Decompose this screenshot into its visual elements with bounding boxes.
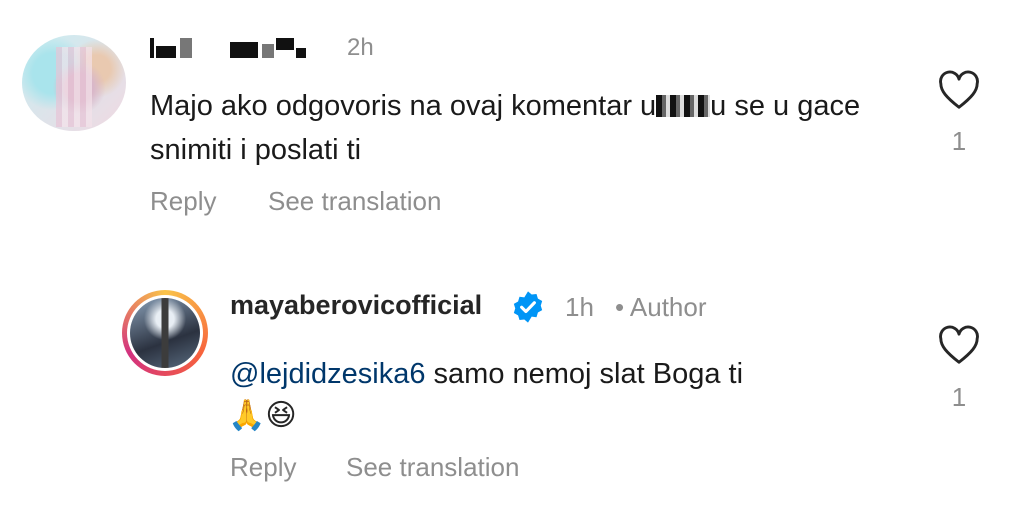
username-redacted[interactable] xyxy=(150,32,330,58)
redacted-text xyxy=(656,95,711,117)
comment-text: @lejdidzesika6 samo nemoj slat Boga ti xyxy=(230,358,744,390)
comment-time: 2h xyxy=(347,34,374,61)
like-count: 1 xyxy=(951,382,967,412)
mention-link[interactable]: @lejdidzesika6 xyxy=(230,358,425,390)
comment-time: 1h xyxy=(565,292,594,322)
heart-outline-icon[interactable] xyxy=(937,70,981,110)
see-translation-button[interactable]: See translation xyxy=(268,186,441,217)
avatar-story-ring[interactable] xyxy=(122,290,208,376)
like-count: 1 xyxy=(951,126,967,156)
verified-badge-icon xyxy=(513,291,543,323)
avatar[interactable] xyxy=(22,35,126,131)
emoji-text: 🙏😆 xyxy=(228,399,297,432)
heart-outline-icon[interactable] xyxy=(937,325,981,365)
avatar-photo xyxy=(130,298,200,368)
author-label: • Author xyxy=(615,292,707,322)
comment-text: Majo ako odgovoris na ovaj komentar uu s… xyxy=(150,90,861,166)
reply-button[interactable]: Reply xyxy=(230,452,296,483)
see-translation-button[interactable]: See translation xyxy=(346,452,519,483)
reply-button[interactable]: Reply xyxy=(150,186,216,217)
username[interactable]: mayaberovicofficial xyxy=(230,290,482,321)
